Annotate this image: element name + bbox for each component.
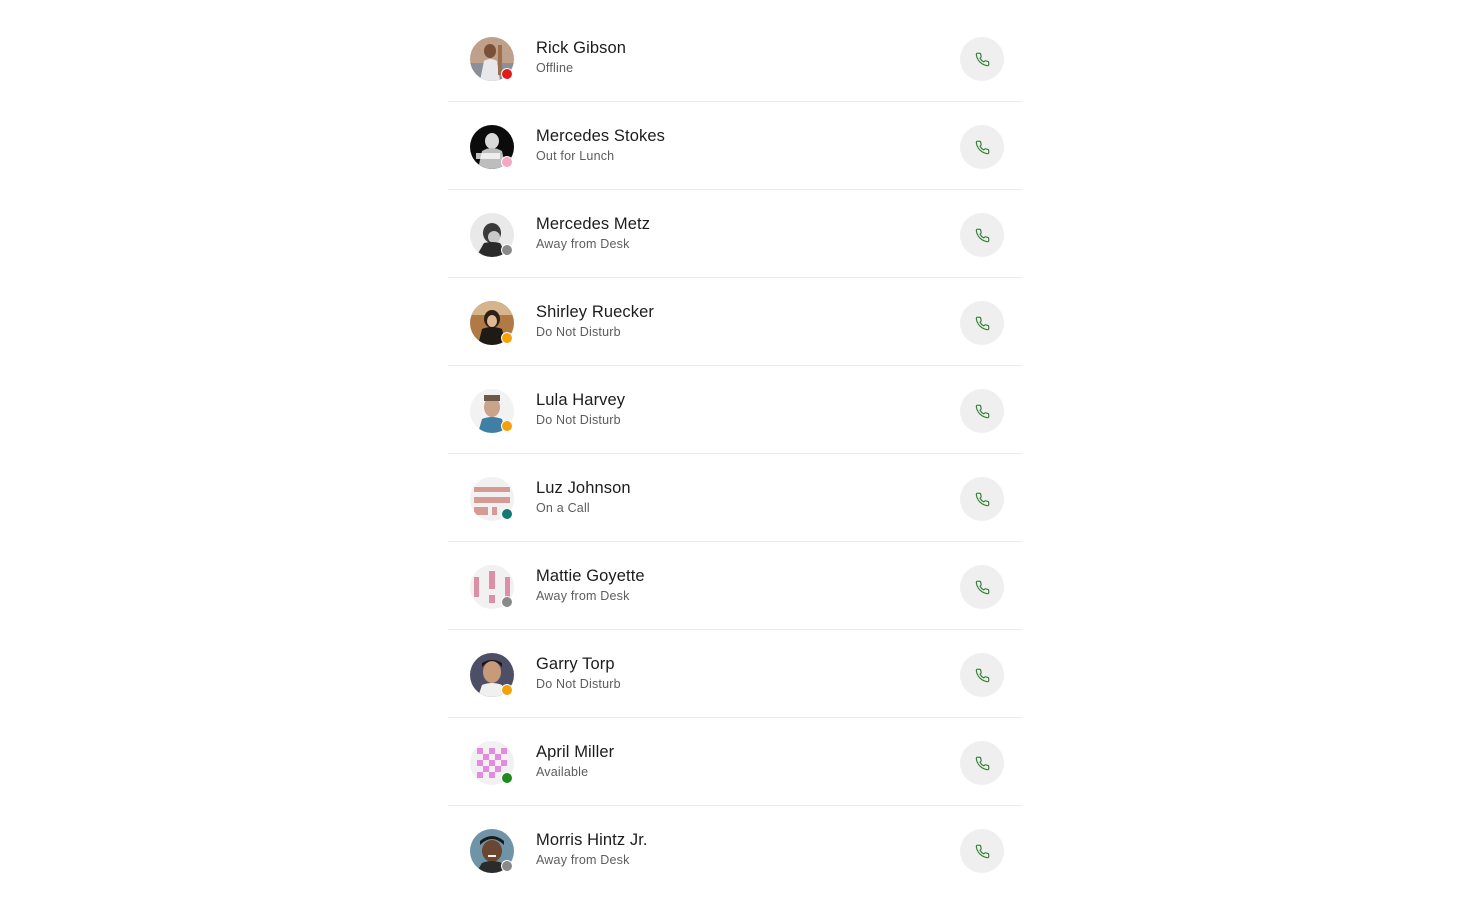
contact-list: Rick Gibson Offline Mercedes Stokes Out … [448, 14, 1022, 894]
avatar[interactable] [470, 741, 514, 785]
call-button[interactable] [960, 565, 1004, 609]
phone-icon [975, 52, 989, 66]
contact-status: Do Not Disturb [536, 677, 621, 691]
avatar[interactable] [470, 125, 514, 169]
phone-icon [975, 844, 989, 858]
status-indicator [501, 244, 513, 256]
status-indicator [501, 684, 513, 696]
call-button[interactable] [960, 37, 1004, 81]
call-button[interactable] [960, 301, 1004, 345]
avatar[interactable] [470, 301, 514, 345]
status-indicator [501, 156, 513, 168]
avatar[interactable] [470, 653, 514, 697]
phone-icon [975, 492, 989, 506]
contact-status: Available [536, 765, 589, 779]
avatar[interactable] [470, 565, 514, 609]
call-button[interactable] [960, 213, 1004, 257]
call-button[interactable] [960, 741, 1004, 785]
call-button[interactable] [960, 125, 1004, 169]
phone-icon [975, 580, 989, 594]
contact-name: Lula Harvey [536, 391, 626, 409]
phone-icon [975, 404, 989, 418]
status-indicator [501, 332, 513, 344]
contact-row: Shirley Ruecker Do Not Disturb [448, 278, 1022, 366]
status-indicator [501, 772, 513, 784]
status-indicator [501, 508, 513, 520]
contact-status: Away from Desk [536, 589, 630, 603]
contact-row: Lula Harvey Do Not Disturb [448, 366, 1022, 454]
phone-icon [975, 228, 989, 242]
contact-status: Do Not Disturb [536, 413, 621, 427]
contact-status: Offline [536, 61, 574, 75]
contact-status: On a Call [536, 501, 590, 515]
contact-name: April Miller [536, 743, 615, 761]
contact-row: Mercedes Metz Away from Desk [448, 190, 1022, 278]
call-button[interactable] [960, 829, 1004, 873]
avatar[interactable] [470, 389, 514, 433]
contact-status: Out for Lunch [536, 149, 615, 163]
contact-name: Garry Torp [536, 655, 615, 673]
call-button[interactable] [960, 653, 1004, 697]
contact-name: Rick Gibson [536, 39, 627, 57]
status-indicator [501, 596, 513, 608]
avatar[interactable] [470, 213, 514, 257]
contact-name: Mattie Goyette [536, 567, 645, 585]
contact-row: Mercedes Stokes Out for Lunch [448, 102, 1022, 190]
call-button[interactable] [960, 389, 1004, 433]
phone-icon [975, 668, 989, 682]
status-indicator [501, 68, 513, 80]
contact-name: Luz Johnson [536, 479, 631, 497]
phone-icon [975, 756, 989, 770]
contact-row: Morris Hintz Jr. Away from Desk [448, 806, 1022, 894]
contact-row: Garry Torp Do Not Disturb [448, 630, 1022, 718]
contact-row: Luz Johnson On a Call [448, 454, 1022, 542]
phone-icon [975, 316, 989, 330]
contact-name: Mercedes Stokes [536, 127, 665, 145]
contact-row: Rick Gibson Offline [448, 14, 1022, 102]
contact-status: Away from Desk [536, 237, 630, 251]
status-indicator [501, 420, 513, 432]
avatar[interactable] [470, 37, 514, 81]
contact-name: Shirley Ruecker [536, 303, 654, 321]
contact-row: April Miller Available [448, 718, 1022, 806]
status-indicator [501, 860, 513, 872]
avatar[interactable] [470, 477, 514, 521]
phone-icon [975, 140, 989, 154]
contact-name: Morris Hintz Jr. [536, 831, 648, 849]
contact-status: Away from Desk [536, 853, 630, 867]
call-button[interactable] [960, 477, 1004, 521]
contact-name: Mercedes Metz [536, 215, 651, 233]
avatar[interactable] [470, 829, 514, 873]
contact-row: Mattie Goyette Away from Desk [448, 542, 1022, 630]
contact-status: Do Not Disturb [536, 325, 621, 339]
